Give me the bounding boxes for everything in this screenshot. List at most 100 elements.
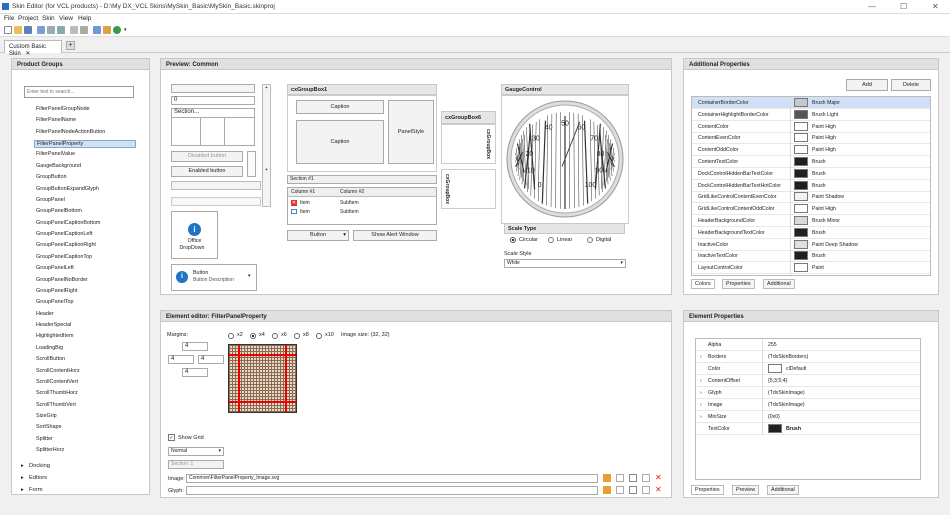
property-row[interactable]: ContentTextColor Brush [692,156,930,168]
redo-icon[interactable] [80,26,88,34]
list-item[interactable]: HighlightedItem [36,333,73,339]
edit-icon[interactable] [616,474,624,482]
clear-icon[interactable]: ✕ [655,485,662,494]
color-swatch[interactable] [794,109,808,119]
list-item[interactable]: GroupPanel [36,197,65,203]
list-item[interactable]: Header [36,311,54,317]
list-item[interactable]: GroupPanelLeft [36,265,74,271]
caption-button-1[interactable]: Caption [296,100,384,114]
add-tab-button[interactable]: + [66,41,75,50]
search-input[interactable] [24,86,134,98]
property-row[interactable]: HeaderBackgroundTextColor Brush [692,227,930,239]
add-button[interactable]: Add [846,79,888,91]
save-icon[interactable] [24,26,32,34]
group-editors[interactable]: Editors [29,475,47,481]
menu-project[interactable]: Project [18,15,38,22]
save-all-icon[interactable] [37,26,45,34]
spin-buttons[interactable] [247,151,256,177]
radio-circular[interactable] [510,237,516,243]
list-item[interactable]: ScrollThumbHorz [36,390,78,396]
button-with-description[interactable]: i Button Button Description ▾ [171,264,257,291]
color-swatch[interactable] [794,180,808,190]
property-row[interactable]: TextColor Brush [696,423,920,435]
tab-custom-basic-skin[interactable]: Custom Basic Skin ✕ [4,40,62,57]
tab-additional[interactable]: Additional [767,485,799,495]
refresh-icon[interactable] [642,474,650,482]
color-swatch[interactable] [794,239,808,249]
list-item[interactable]: FilterPanelGroupNode [36,106,90,112]
hand-icon[interactable] [103,26,111,34]
folder-icon[interactable] [603,486,611,494]
property-row[interactable]: InactiveTextColor Brush [692,250,930,263]
image-path-input[interactable]: Common\FilterPanelProperty_Image.svg [186,474,598,483]
list-item[interactable]: SplitterHorz [36,447,64,453]
color-swatch[interactable] [794,98,808,107]
color-swatch[interactable] [794,157,808,166]
radio-digital[interactable] [587,237,593,243]
list-item[interactable]: ScrollButton [36,356,65,362]
plus-icon[interactable]: + [265,85,268,91]
list-item[interactable]: SizeGrip [36,413,57,419]
tab-properties[interactable]: Properties [722,279,755,289]
property-row[interactable]: ContainerBorderColor Brush Major [692,97,930,109]
tab-additional[interactable]: Additional [763,279,795,289]
property-row[interactable]: › ContentOffset {5;3;5;4} [696,375,920,387]
radio-linear[interactable] [548,237,554,243]
property-row[interactable]: › Borders (TdxSkinBorders) [696,351,920,363]
color-swatch[interactable] [794,121,808,131]
expand-icon[interactable]: ▸ [21,487,24,493]
plus-icon[interactable]: + [265,167,268,173]
dropdown-button[interactable]: Button ▾ [287,230,349,241]
property-row[interactable]: ContentColor Paint High [692,121,930,133]
trackbar[interactable] [171,197,261,206]
property-row[interactable]: ContainerHighlightBorderColor Brush Light [692,109,930,121]
zoom-radio-x2[interactable] [228,333,234,339]
color-swatch[interactable] [768,364,782,373]
color-swatch[interactable] [794,204,808,214]
color-swatch[interactable] [768,424,782,433]
property-row[interactable]: Color clDefault [696,363,920,375]
property-row[interactable]: GridLikeControlContentEvenColor Paint Sha… [692,191,930,204]
color-swatch[interactable] [794,133,808,143]
copy-icon[interactable] [93,26,101,34]
office-dropdown-button[interactable]: i Office DropDown [171,211,218,259]
list-item[interactable]: FilterPanelNodeActionButton [36,129,105,135]
tree-item[interactable]: Item [300,200,310,206]
list-item[interactable]: GroupButtonExpandGlyph [36,186,99,192]
folder-icon[interactable] [603,474,611,482]
expand-icon[interactable]: › [700,402,702,408]
property-row[interactable]: LayoutControlColor Paint [692,262,930,275]
zoom-radio-x4[interactable] [250,333,256,339]
close-button[interactable]: ✕ [932,2,939,11]
group-docking[interactable]: Docking [29,463,50,469]
edit-icon[interactable] [616,486,624,494]
property-row[interactable]: ContentEvenColor Paint High [692,132,930,145]
refresh-icon[interactable] [113,26,121,34]
zoom-radio-x10[interactable] [316,333,322,339]
element-properties-grid[interactable]: Alpha 255 › Borders (TdxSkinBorders) Color clD… [695,338,921,480]
open-icon[interactable] [14,26,22,34]
show-alert-window-button[interactable]: Show Alert Window [353,230,437,241]
list-item[interactable]: ScrollThumbVert [36,402,76,408]
new-icon[interactable] [4,26,12,34]
color-swatch[interactable] [794,251,808,261]
list-item[interactable]: FilterPanelName [36,117,76,123]
menu-help[interactable]: Help [78,15,91,22]
list-item[interactable]: SortShape [36,424,61,430]
group-form[interactable]: Form [29,487,43,493]
property-row[interactable]: DockControlHiddenBarTextHotColor Brush [692,180,930,192]
tree-item[interactable]: Item [300,209,310,215]
property-row[interactable]: › Glyph (TdxSkinImage) [696,387,920,399]
expand-icon[interactable]: › [700,378,702,384]
color-swatch[interactable] [794,263,808,273]
property-row[interactable]: ContentOddColor Paint High [692,144,930,157]
list-item[interactable]: GroupButton [36,174,67,180]
element-image-preview[interactable] [228,344,297,413]
menu-file[interactable]: File [4,15,14,22]
list-item[interactable]: GroupPanelNoBorder [36,277,88,283]
color-swatch[interactable] [794,145,808,155]
list-item[interactable]: GroupPanelCaptionBottom [36,220,100,226]
export-icon[interactable] [47,26,55,34]
value-combo[interactable]: 0 [171,96,255,105]
expand-icon[interactable]: › [700,390,702,396]
